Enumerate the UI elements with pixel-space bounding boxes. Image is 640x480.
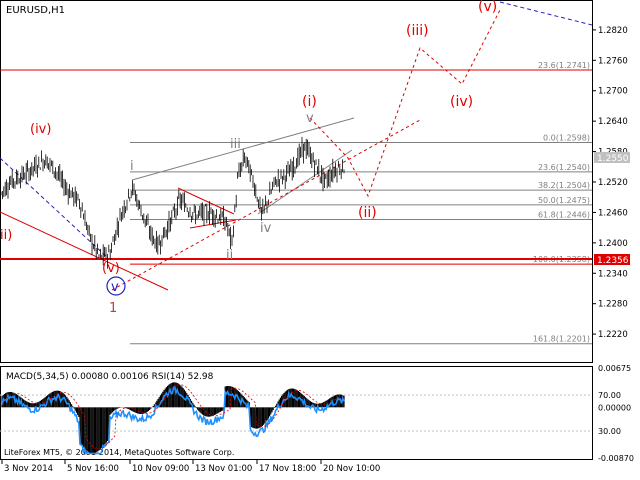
time-tick-label-2: 10 Nov 09:00 bbox=[132, 464, 189, 474]
time-axis: 3 Nov 2014 5 Nov 16:00 10 Nov 09:00 13 Nov … bbox=[1, 460, 380, 474]
price-pane bbox=[0, 0, 593, 363]
rsi-tick-label-0: 70.00 bbox=[598, 391, 621, 400]
price-tick-label-9: 1.2280 bbox=[598, 300, 628, 310]
symbol-label: EURUSD,H1 bbox=[6, 5, 65, 16]
wave-label-grey-ii: ii bbox=[226, 248, 233, 263]
wave-label-grey-iv: iv bbox=[260, 221, 272, 236]
wave-label-red-iv-left: (iv) bbox=[30, 122, 51, 137]
wave-label-blue-v: v bbox=[111, 280, 119, 295]
wave-label-red-ii: (ii) bbox=[358, 205, 377, 221]
wave-label-grey-v: v bbox=[306, 111, 314, 126]
wave-label-red-ii-left: ii) bbox=[0, 228, 12, 243]
price-tick-label-1: 1.2760 bbox=[598, 56, 628, 66]
macd-tick-label-2: -0.00870 bbox=[598, 454, 634, 463]
price-tick-label-10: 1.2220 bbox=[598, 330, 628, 340]
chart-canvas: 0.0(1.2598) 23.6(1.2540) 38.2(1.2504) 50.0(… bbox=[0, 0, 634, 474]
wave-label-red-v-left: (v) bbox=[102, 261, 120, 276]
price-tick-label-8: 1.2340 bbox=[598, 269, 628, 279]
wave-label-red-iii: (iii) bbox=[406, 23, 429, 39]
price-tick-label-6: 1.2460 bbox=[598, 208, 628, 218]
time-tick-label-4: 17 Nov 18:00 bbox=[259, 464, 316, 474]
time-tick-label-1: 5 Nov 16:00 bbox=[67, 464, 119, 474]
footer-label: LiteForex MT5, © 2001-2014, MetaQuotes S… bbox=[4, 448, 234, 457]
price-tick-label-0: 1.2820 bbox=[598, 26, 628, 36]
price-tick-label-2: 1.2700 bbox=[598, 87, 628, 97]
current-price-label: 1.2550 bbox=[597, 154, 629, 164]
price-axis: 1.28201.27601.27001.26401.25801.25201.24… bbox=[592, 26, 628, 340]
wave-label-1: 1 bbox=[109, 301, 117, 316]
price-tick-label-5: 1.2520 bbox=[598, 178, 628, 188]
support-price-label: 1.2356 bbox=[597, 256, 629, 266]
fib-label-6: 161.8(1.2201) bbox=[533, 335, 590, 344]
fib-label-4: 61.8(1.2446) bbox=[538, 211, 590, 220]
wave-label-red-v: (v) bbox=[478, 0, 497, 15]
time-tick-label-0: 3 Nov 2014 bbox=[4, 464, 53, 474]
wave-label-grey-i: i bbox=[130, 159, 134, 174]
wave-label-red-i: (i) bbox=[302, 94, 317, 110]
price-tick-label-7: 1.2400 bbox=[598, 239, 628, 249]
time-tick-label-5: 20 Nov 10:00 bbox=[323, 464, 380, 474]
wave-label-red-iv: (iv) bbox=[450, 94, 473, 110]
wave-label-grey-iii: iii bbox=[230, 137, 241, 152]
fib-label-1: 23.6(1.2540) bbox=[538, 163, 590, 172]
macd-tick-label-1: 0.00000 bbox=[598, 403, 631, 412]
fib-label-3: 50.0(1.2475) bbox=[538, 196, 590, 205]
macd-tick-label-0: 0.00675 bbox=[598, 364, 631, 373]
fib-label-0: 0.0(1.2598) bbox=[543, 133, 590, 142]
fib-label-2: 38.2(1.2504) bbox=[538, 181, 590, 190]
time-tick-label-3: 13 Nov 01:00 bbox=[195, 464, 252, 474]
price-tick-label-3: 1.2640 bbox=[598, 117, 628, 127]
indicator-label: MACD(5,34,5) 0.00080 0.00106 RSI(14) 52.… bbox=[6, 372, 214, 382]
fib-label-7: 23.6(1.2741) bbox=[538, 61, 590, 70]
rsi-tick-label-1: 30.00 bbox=[598, 427, 621, 436]
